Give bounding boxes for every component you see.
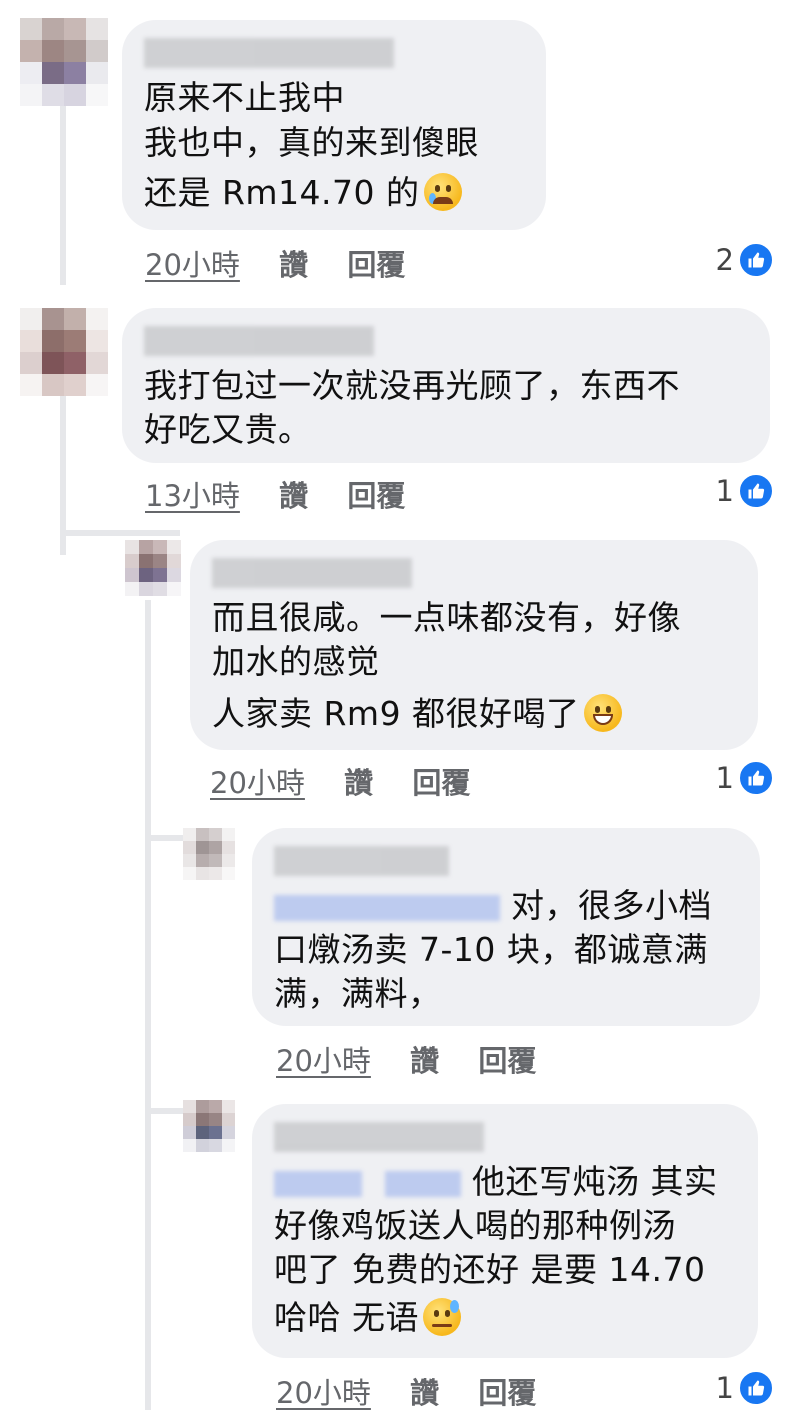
thumbs-up-icon	[738, 1370, 774, 1406]
comment-bubble: 而且很咸。一点味都没有，好像 加水的感觉 人家卖 Rm9 都很好喝了	[190, 540, 758, 750]
comment-line: 而且很咸。一点味都没有，好像	[212, 598, 681, 637]
reply-button[interactable]: 回覆	[478, 1044, 536, 1078]
like-button[interactable]: 讚	[279, 248, 308, 282]
thread-line-reply	[145, 600, 151, 1410]
author-name-blurred[interactable]	[144, 326, 374, 356]
like-button[interactable]: 讚	[279, 479, 308, 513]
thread-line-branch-2	[145, 835, 185, 841]
author-name-blurred[interactable]	[274, 1122, 484, 1152]
comment-line: 对，很多小档	[274, 884, 712, 928]
reaction-count[interactable]: 1	[716, 760, 774, 796]
like-count: 1	[715, 761, 734, 795]
thread-line-top	[60, 95, 66, 285]
like-button[interactable]: 讚	[410, 1376, 439, 1410]
grinning-face-icon	[583, 694, 622, 732]
comment-line: 口燉汤卖 7-10 块，都诚意满	[274, 930, 708, 969]
comment-text: 对，很多小档 口燉汤卖 7-10 块，都诚意满 满，满料，	[274, 884, 712, 1016]
avatar[interactable]	[183, 828, 235, 880]
comment-meta: 20小時 讚 回覆	[210, 760, 470, 802]
thread-line-branch-3	[145, 1108, 185, 1114]
mention-tag-blurred[interactable]	[274, 894, 500, 921]
like-count: 2	[715, 243, 734, 277]
reaction-count[interactable]: 1	[716, 473, 774, 509]
comment-bubble: 原来不止我中 我也中，真的来到傻眼 还是 Rm14.70 的	[122, 20, 546, 230]
timestamp-link[interactable]: 20小時	[145, 248, 240, 282]
thumbs-up-icon	[738, 473, 774, 509]
timestamp-link[interactable]: 13小時	[145, 479, 240, 513]
comment-line: 满，满料，	[274, 974, 442, 1013]
comment-text: 我打包过一次就没再光顾了，东西不 好吃又贵。	[144, 364, 680, 452]
comment-line: 人家卖 Rm9 都很好喝了	[212, 692, 681, 736]
thumbs-up-icon	[738, 760, 774, 796]
comment-meta: 20小時 讚 回覆	[145, 242, 405, 284]
thread-line-branch-1	[60, 530, 180, 536]
author-name-blurred[interactable]	[144, 38, 394, 68]
reaction-count[interactable]: 2	[716, 242, 774, 278]
like-button[interactable]: 讚	[410, 1044, 439, 1078]
comment-bubble: 对，很多小档 口燉汤卖 7-10 块，都诚意满 满，满料，	[252, 828, 760, 1026]
comment-meta: 20小時 讚 回覆	[276, 1038, 536, 1080]
timestamp-link[interactable]: 20小時	[276, 1044, 371, 1078]
reply-button[interactable]: 回覆	[347, 479, 405, 513]
like-button[interactable]: 讚	[344, 766, 373, 800]
avatar[interactable]	[20, 18, 108, 106]
crying-face-icon	[423, 173, 462, 211]
like-count: 1	[715, 1371, 734, 1405]
avatar[interactable]	[183, 1100, 235, 1152]
comment-line: 还是 Rm14.70 的	[144, 171, 479, 215]
downcast-sweat-face-icon	[423, 1298, 461, 1336]
comment-line: 好像鸡饭送人喝的那种例汤	[274, 1206, 676, 1245]
comment-line: 他还写炖汤 其实	[274, 1160, 718, 1204]
comment-bubble: 他还写炖汤 其实 好像鸡饭送人喝的那种例汤 吧了 免费的还好 是要 14.70 …	[252, 1104, 758, 1358]
comment-line: 吧了 免费的还好 是要 14.70	[274, 1250, 706, 1289]
like-count: 1	[715, 474, 734, 508]
comment-text: 而且很咸。一点味都没有，好像 加水的感觉 人家卖 Rm9 都很好喝了	[212, 596, 681, 736]
thumbs-up-icon	[738, 242, 774, 278]
timestamp-link[interactable]: 20小時	[210, 766, 305, 800]
author-name-blurred[interactable]	[212, 558, 412, 588]
comment-line: 好吃又贵。	[144, 410, 312, 449]
reply-button[interactable]: 回覆	[347, 248, 405, 282]
comment-meta: 20小時 讚 回覆	[276, 1370, 536, 1412]
avatar[interactable]	[125, 540, 181, 596]
reply-button[interactable]: 回覆	[412, 766, 470, 800]
timestamp-link[interactable]: 20小時	[276, 1376, 371, 1410]
comment-text: 他还写炖汤 其实 好像鸡饭送人喝的那种例汤 吧了 免费的还好 是要 14.70 …	[274, 1160, 718, 1340]
comment-line: 我也中，真的来到傻眼	[144, 123, 479, 162]
comment-line: 哈哈 无语	[274, 1296, 718, 1340]
comment-meta: 13小時 讚 回覆	[145, 473, 405, 515]
mention-tag-blurred[interactable]	[274, 1170, 362, 1197]
comment-line: 我打包过一次就没再光顾了，东西不	[144, 366, 680, 405]
reaction-count[interactable]: 1	[716, 1370, 774, 1406]
mention-tag-blurred[interactable]	[385, 1170, 461, 1197]
comment-line: 原来不止我中	[144, 78, 345, 117]
comment-text: 原来不止我中 我也中，真的来到傻眼 还是 Rm14.70 的	[144, 76, 479, 215]
comment-bubble: 我打包过一次就没再光顾了，东西不 好吃又贵。	[122, 308, 770, 463]
author-name-blurred[interactable]	[274, 846, 449, 876]
reply-button[interactable]: 回覆	[478, 1376, 536, 1410]
comment-line: 加水的感觉	[212, 642, 380, 681]
avatar[interactable]	[20, 308, 108, 396]
